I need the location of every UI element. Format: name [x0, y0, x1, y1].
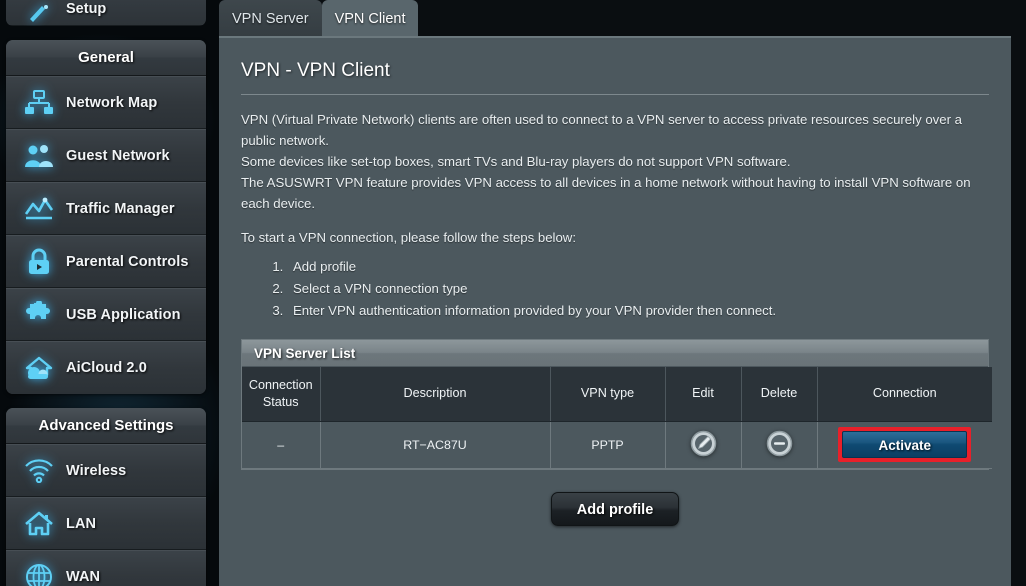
router-admin-page: Setup General Network Map Guest Network … [0, 0, 1026, 586]
sidebar-item-lan-label: LAN [66, 515, 97, 532]
sidebar-item-traffic-manager-label: Traffic Manager [66, 200, 175, 217]
sidebar-item-setup[interactable]: Setup [6, 0, 206, 26]
column-header-status-line1: Connection [248, 377, 313, 392]
table-header-row: Connection Status Description VPN type E… [242, 367, 992, 422]
column-header-description: Description [320, 367, 551, 422]
column-header-connection: Connection [817, 367, 992, 422]
cell-edit [665, 421, 742, 469]
description-line-3: The ASUSWRT VPN feature provides VPN acc… [241, 175, 971, 211]
sidebar: Setup General Network Map Guest Network … [0, 0, 212, 586]
traffic-manager-icon [18, 189, 60, 229]
add-profile-button[interactable]: Add profile [551, 491, 679, 526]
sidebar-item-setup-label: Setup [66, 0, 107, 17]
sidebar-item-traffic-manager[interactable]: Traffic Manager [6, 182, 206, 235]
sidebar-item-parental-controls[interactable]: Parental Controls [6, 235, 206, 288]
main-panel: VPN - VPN Client VPN (Virtual Private Ne… [219, 36, 1011, 586]
description-line-2: Some devices like set-top boxes, smart T… [241, 154, 791, 169]
guest-network-icon [18, 136, 60, 176]
sidebar-group-general: General Network Map Guest Network Traffi… [6, 40, 206, 394]
vpn-server-list-caption: VPN Server List [242, 340, 988, 367]
step-item-1: Add profile [287, 256, 989, 278]
sidebar-item-lan[interactable]: LAN [6, 497, 206, 550]
column-header-connection-status: Connection Status [242, 367, 321, 422]
lock-icon [18, 242, 60, 282]
sidebar-item-network-map-label: Network Map [66, 94, 158, 111]
sidebar-group-advanced-title: Advanced Settings [6, 408, 206, 444]
column-header-delete: Delete [741, 367, 818, 422]
column-header-status-line2: Status [262, 394, 299, 409]
sidebar-item-wireless-label: Wireless [66, 462, 127, 479]
sidebar-group-general-title: General [6, 40, 206, 76]
page-title: VPN - VPN Client [241, 60, 390, 81]
sidebar-item-network-map[interactable]: Network Map [6, 76, 206, 129]
network-map-icon [18, 83, 60, 123]
sidebar-item-usb-application-label: USB Application [66, 306, 181, 323]
cell-vpn-type: PPTP [550, 421, 666, 469]
cell-connection: Activate [817, 421, 992, 469]
wifi-icon [18, 451, 60, 491]
sidebar-item-wireless[interactable]: Wireless [6, 444, 206, 497]
sidebar-group-advanced: Advanced Settings Wireless LAN WAN [6, 408, 206, 586]
home-icon [18, 504, 60, 544]
sidebar-group-setup: Setup [6, 0, 206, 26]
sidebar-item-wan[interactable]: WAN [6, 550, 206, 586]
globe-icon [18, 557, 60, 586]
pencil-circle-icon[interactable] [690, 430, 717, 457]
minus-circle-icon[interactable] [766, 430, 793, 457]
cell-delete [741, 421, 818, 469]
activate-highlight-box: Activate [838, 427, 972, 462]
sidebar-item-wan-label: WAN [66, 569, 101, 585]
cell-description: RT−AC87U [320, 421, 551, 469]
sidebar-item-parental-controls-label: Parental Controls [66, 253, 189, 270]
add-profile-row: Add profile [241, 491, 989, 526]
sidebar-item-aicloud-label: AiCloud 2.0 [66, 360, 147, 376]
tab-vpn-client[interactable]: VPN Client [321, 0, 419, 36]
table-row: – RT−AC87U PPTP Activate [242, 421, 992, 469]
steps-list: Add profile Select a VPN connection type… [287, 256, 989, 322]
puzzle-icon [18, 295, 60, 335]
column-header-vpn-type: VPN type [550, 367, 666, 422]
sidebar-item-guest-network-label: Guest Network [66, 147, 170, 164]
sidebar-item-guest-network[interactable]: Guest Network [6, 129, 206, 182]
step-item-3: Enter VPN authentication information pro… [287, 300, 989, 322]
cell-connection-status: – [242, 421, 321, 469]
description-line-1: VPN (Virtual Private Network) clients ar… [241, 112, 962, 148]
tab-bar: VPN Server VPN Client [219, 0, 419, 36]
sidebar-item-aicloud[interactable]: AiCloud 2.0 [6, 341, 206, 394]
tab-vpn-server[interactable]: VPN Server [219, 0, 322, 36]
wand-icon [18, 3, 60, 23]
cloud-home-icon [18, 348, 60, 388]
vpn-server-list: VPN Server List Connection Status Descri… [241, 339, 992, 470]
column-header-edit: Edit [665, 367, 742, 422]
title-divider [241, 94, 989, 95]
sidebar-item-usb-application[interactable]: USB Application [6, 288, 206, 341]
vpn-server-table: Connection Status Description VPN type E… [242, 367, 992, 469]
description-block: VPN (Virtual Private Network) clients ar… [241, 109, 989, 248]
step-item-2: Select a VPN connection type [287, 278, 989, 300]
activate-button[interactable]: Activate [842, 431, 968, 458]
steps-intro: To start a VPN connection, please follow… [241, 230, 576, 245]
